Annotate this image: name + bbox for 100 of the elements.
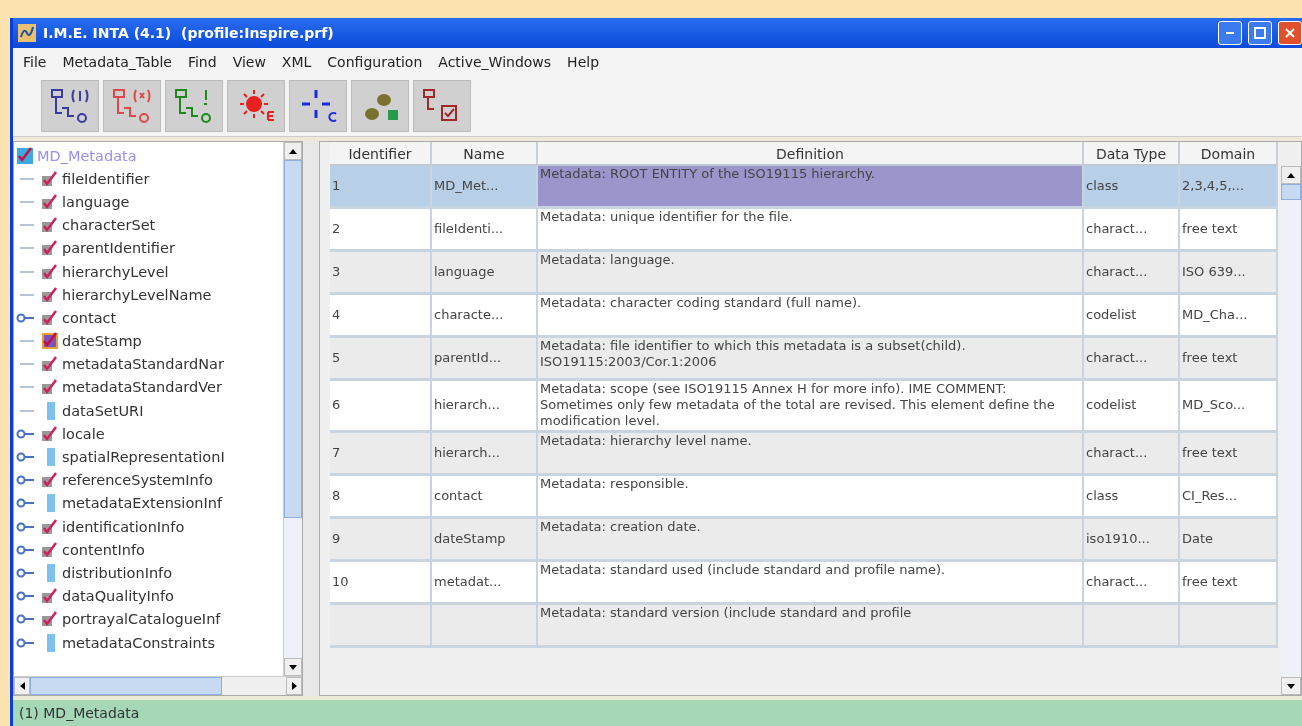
horizontal-scrollbar[interactable]	[14, 676, 302, 695]
close-button[interactable]	[1278, 21, 1302, 45]
table-cell: MD_Cha...	[1180, 295, 1278, 338]
vertical-scrollbar[interactable]	[283, 142, 302, 676]
tree-item[interactable]: spatialRepresentationI	[62, 449, 225, 466]
checked-icon	[41, 309, 59, 326]
calendar-checked-icon	[41, 332, 59, 351]
table-cell: parentId...	[432, 338, 538, 381]
tree-item[interactable]: portrayalCatalogueInf	[62, 611, 221, 628]
table-cell: CI_Res...	[1180, 476, 1278, 519]
status-text: (1) MD_Metadata	[19, 705, 140, 721]
tree-item[interactable]: hierarchyLevel	[62, 263, 169, 280]
scroll-down-button[interactable]	[284, 658, 302, 676]
table-cell: 8	[330, 476, 432, 519]
table-cell: ISO 639...	[1180, 252, 1278, 295]
column-header[interactable]: Identifier	[330, 142, 432, 166]
column-header[interactable]: Definition	[538, 142, 1084, 166]
tree-item[interactable]: hierarchyLevelName	[62, 286, 212, 303]
scroll-thumb[interactable]	[1281, 184, 1301, 200]
menu-item[interactable]: XML	[273, 52, 320, 72]
expand-key-icon[interactable]	[16, 428, 36, 439]
tree-item[interactable]: locale	[62, 425, 105, 442]
window-title: I.M.E. INTA (4.1) (profile:Inspire.prf)	[43, 25, 335, 41]
toolbar-button[interactable]	[413, 80, 471, 132]
expand-key-icon[interactable]	[16, 637, 36, 648]
vertical-scrollbar[interactable]	[1281, 166, 1301, 695]
expand-key-icon[interactable]	[16, 614, 36, 625]
tree-item[interactable]: metadataConstraints	[62, 634, 215, 651]
checked-icon	[41, 217, 59, 234]
table-cell: 6	[330, 381, 432, 433]
table-cell: MD_Sco...	[1180, 381, 1278, 433]
expand-key-icon[interactable]	[16, 521, 36, 532]
tree-item[interactable]: metadataExtensionInf	[62, 495, 223, 512]
scroll-thumb[interactable]	[284, 160, 302, 518]
scroll-left-button[interactable]	[14, 677, 30, 695]
tree-item[interactable]: distributionInfo	[62, 564, 173, 581]
checked-icon	[41, 379, 59, 396]
table-cell: 2	[330, 209, 432, 252]
scroll-up-button[interactable]	[1281, 166, 1301, 184]
tree-item[interactable]: fileIdentifier	[62, 170, 150, 187]
menu-item[interactable]: Help	[559, 52, 608, 72]
root-node-icon	[16, 146, 34, 165]
tree-item[interactable]: parentIdentifier	[62, 240, 175, 257]
expand-key-icon[interactable]	[16, 591, 36, 602]
tree-item[interactable]: dataSetURI	[62, 402, 144, 419]
toolbar-button[interactable]	[165, 80, 223, 132]
table-cell: Metadata: creation date.	[538, 519, 1084, 562]
menu-item[interactable]: Configuration	[319, 52, 431, 72]
table-cell: MD_Met...	[432, 166, 538, 209]
menu-item[interactable]: Active_Windows	[430, 52, 560, 72]
right-arrow-icon	[291, 682, 297, 690]
table-cell: 5	[330, 338, 432, 381]
tree-item[interactable]: identificationInfo	[62, 518, 185, 535]
column-header[interactable]: Domain	[1180, 142, 1278, 166]
table-cell: 2,3,4,5,...	[1180, 166, 1278, 209]
table-cell: free text	[1180, 433, 1278, 476]
up-arrow-icon	[1287, 172, 1295, 178]
expand-key-icon[interactable]	[16, 475, 36, 486]
table-cell: 10	[330, 562, 432, 605]
expand-key-icon[interactable]	[16, 452, 36, 463]
menu-item[interactable]: Metadata_Table	[54, 52, 180, 72]
toolbar-button[interactable]	[289, 80, 347, 132]
tree-item[interactable]: contentInfo	[62, 541, 145, 558]
scroll-down-button[interactable]	[1281, 677, 1301, 695]
table-cell: codelist	[1084, 295, 1180, 338]
maximize-button[interactable]	[1248, 21, 1272, 45]
maximize-icon	[1254, 27, 1266, 39]
checked-icon	[41, 472, 59, 489]
tree-item[interactable]: language	[62, 193, 130, 210]
table-cell: Metadata: file identifier to which this metadata is a subset(child). ISO19115:2003/Cor.1:2006	[538, 338, 1084, 381]
tree-item[interactable]: referenceSystemInfo	[62, 472, 213, 489]
menu-item[interactable]: File	[15, 52, 55, 72]
column-header[interactable]: Data Type	[1084, 142, 1180, 166]
tree-item[interactable]: metadataStandardNar	[62, 356, 224, 373]
toolbar-button[interactable]	[41, 80, 99, 132]
expand-key-icon[interactable]	[16, 544, 36, 555]
tree-item[interactable]: dataQualityInfo	[62, 588, 174, 605]
column-header[interactable]: Name	[432, 142, 538, 166]
scroll-right-button[interactable]	[286, 677, 302, 695]
expand-key-icon[interactable]	[16, 498, 36, 509]
table-cell: hierarch...	[432, 381, 538, 433]
expand-key-icon[interactable]	[16, 567, 36, 578]
table-cell: 9	[330, 519, 432, 562]
tree-item[interactable]: contact	[62, 309, 117, 326]
up-arrow-icon	[289, 148, 297, 154]
table-cell: Metadata: responsible.	[538, 476, 1084, 519]
tree-item[interactable]: characterSet	[62, 217, 156, 234]
toolbar-button[interactable]	[103, 80, 161, 132]
scroll-thumb[interactable]	[30, 677, 222, 695]
expand-key-icon[interactable]	[16, 312, 36, 323]
scroll-up-button[interactable]	[284, 142, 302, 160]
checked-icon	[41, 240, 59, 257]
toolbar-button[interactable]	[351, 80, 409, 132]
tree-item[interactable]: dateStamp	[62, 333, 142, 350]
tree-item[interactable]: metadataStandardVer	[62, 379, 222, 396]
menu-item[interactable]: View	[224, 52, 274, 72]
minimize-button[interactable]	[1218, 21, 1242, 45]
table-cell: metadat...	[432, 562, 538, 605]
menu-item[interactable]: Find	[179, 52, 225, 72]
toolbar-button[interactable]	[227, 80, 285, 132]
